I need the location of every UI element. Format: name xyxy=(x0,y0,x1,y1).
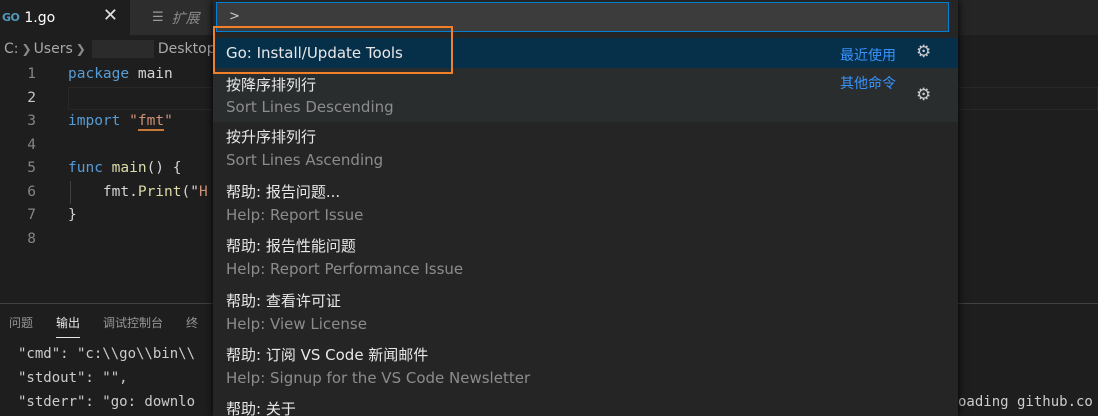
command-detail: Help: Report Issue xyxy=(226,206,364,224)
line-number: 8 xyxy=(27,230,36,247)
command-item-hover[interactable]: 按降序排列行 Sort Lines Descending 其他命令 ⚙ xyxy=(213,68,958,122)
code-text: import "fmt" xyxy=(68,113,173,131)
highlight-annotation-box xyxy=(213,26,453,74)
command-item[interactable]: 按升序排列行 Sort Lines Ascending xyxy=(213,122,958,176)
tab-terminal[interactable]: 终 xyxy=(186,314,198,338)
extension-page-icon: ☰ xyxy=(152,10,164,25)
tab-problems[interactable]: 问题 xyxy=(9,314,33,338)
command-label: 按升序排列行 xyxy=(226,128,317,146)
breadcrumb-users[interactable]: Users xyxy=(34,41,73,57)
close-icon[interactable]: ✕ xyxy=(103,5,118,26)
indent-guide xyxy=(70,181,71,204)
code-text: package main xyxy=(68,66,173,82)
gear-icon[interactable]: ⚙ xyxy=(916,42,931,62)
line-number: 3 xyxy=(27,113,36,129)
command-detail: Sort Lines Descending xyxy=(226,98,394,116)
go-file-icon: GO xyxy=(2,11,20,24)
command-item[interactable]: 帮助: 报告问题... Help: Report Issue xyxy=(213,176,958,230)
command-detail: Help: View License xyxy=(226,315,367,333)
breadcrumb-drive[interactable]: C: xyxy=(4,41,19,57)
command-detail: Help: Signup for the VS Code Newsletter xyxy=(226,369,531,387)
chevron-right-icon: ❯ xyxy=(75,42,86,56)
tab-label: 1.go xyxy=(24,9,56,26)
command-palette: > Go: Install/Update Tools 最近使用 ⚙ 按降序排列行… xyxy=(213,0,958,416)
line-number: 6 xyxy=(27,183,36,200)
tab-1-go[interactable]: GO 1.go ✕ xyxy=(0,0,130,35)
output-line-fragment: oading github.co xyxy=(958,394,1093,410)
line-number: 5 xyxy=(27,160,36,176)
recently-used-tag: 最近使用 xyxy=(840,48,896,64)
command-label: 帮助: 查看许可证 xyxy=(226,292,341,310)
chevron-right-icon: ❯ xyxy=(21,42,32,56)
command-item[interactable]: 帮助: 查看许可证 Help: View License xyxy=(213,284,958,338)
redacted-username xyxy=(91,40,154,58)
import-warning-squiggle: fmt xyxy=(137,113,165,131)
line-number: 7 xyxy=(27,207,36,223)
command-detail: Sort Lines Ascending xyxy=(226,151,384,169)
code-text: fmt.Print("H xyxy=(68,183,208,200)
line-number: 2 xyxy=(27,89,36,106)
line-number: 1 xyxy=(27,66,36,82)
tab-debug-console[interactable]: 调试控制台 xyxy=(103,314,163,338)
breadcrumb-desktop[interactable]: Desktop xyxy=(158,41,216,57)
gear-icon[interactable]: ⚙ xyxy=(916,85,931,105)
tab-output[interactable]: 输出 xyxy=(56,314,81,338)
code-text: func main() { xyxy=(68,160,182,176)
command-item[interactable]: 帮助: 报告性能问题 Help: Report Performance Issu… xyxy=(213,230,958,284)
command-detail: Help: Report Performance Issue xyxy=(226,260,464,278)
other-commands-tag: 其他命令 xyxy=(840,76,896,92)
tab-label: 扩展 xyxy=(171,10,200,27)
output-line: "cmd": "c:\\go\\bin\\ xyxy=(18,346,196,362)
command-item[interactable]: 帮助: 订阅 VS Code 新闻邮件 Help: Signup for the… xyxy=(213,338,958,392)
command-label: 帮助: 关于 xyxy=(226,400,296,416)
command-label: 帮助: 订阅 VS Code 新闻邮件 xyxy=(226,346,429,364)
line-number: 4 xyxy=(27,136,36,153)
command-label: 帮助: 报告性能问题 xyxy=(226,237,356,255)
command-label: 帮助: 报告问题... xyxy=(226,183,341,201)
command-item[interactable]: 帮助: 关于 xyxy=(213,392,958,416)
code-text: } xyxy=(68,207,77,223)
output-line: "stderr": "go: downlo xyxy=(18,394,196,410)
output-line: "stdout": "", xyxy=(18,370,128,386)
panel-tabs: 问题 输出 调试控制台 终 xyxy=(0,314,212,338)
command-label: 按降序排列行 xyxy=(226,76,317,94)
